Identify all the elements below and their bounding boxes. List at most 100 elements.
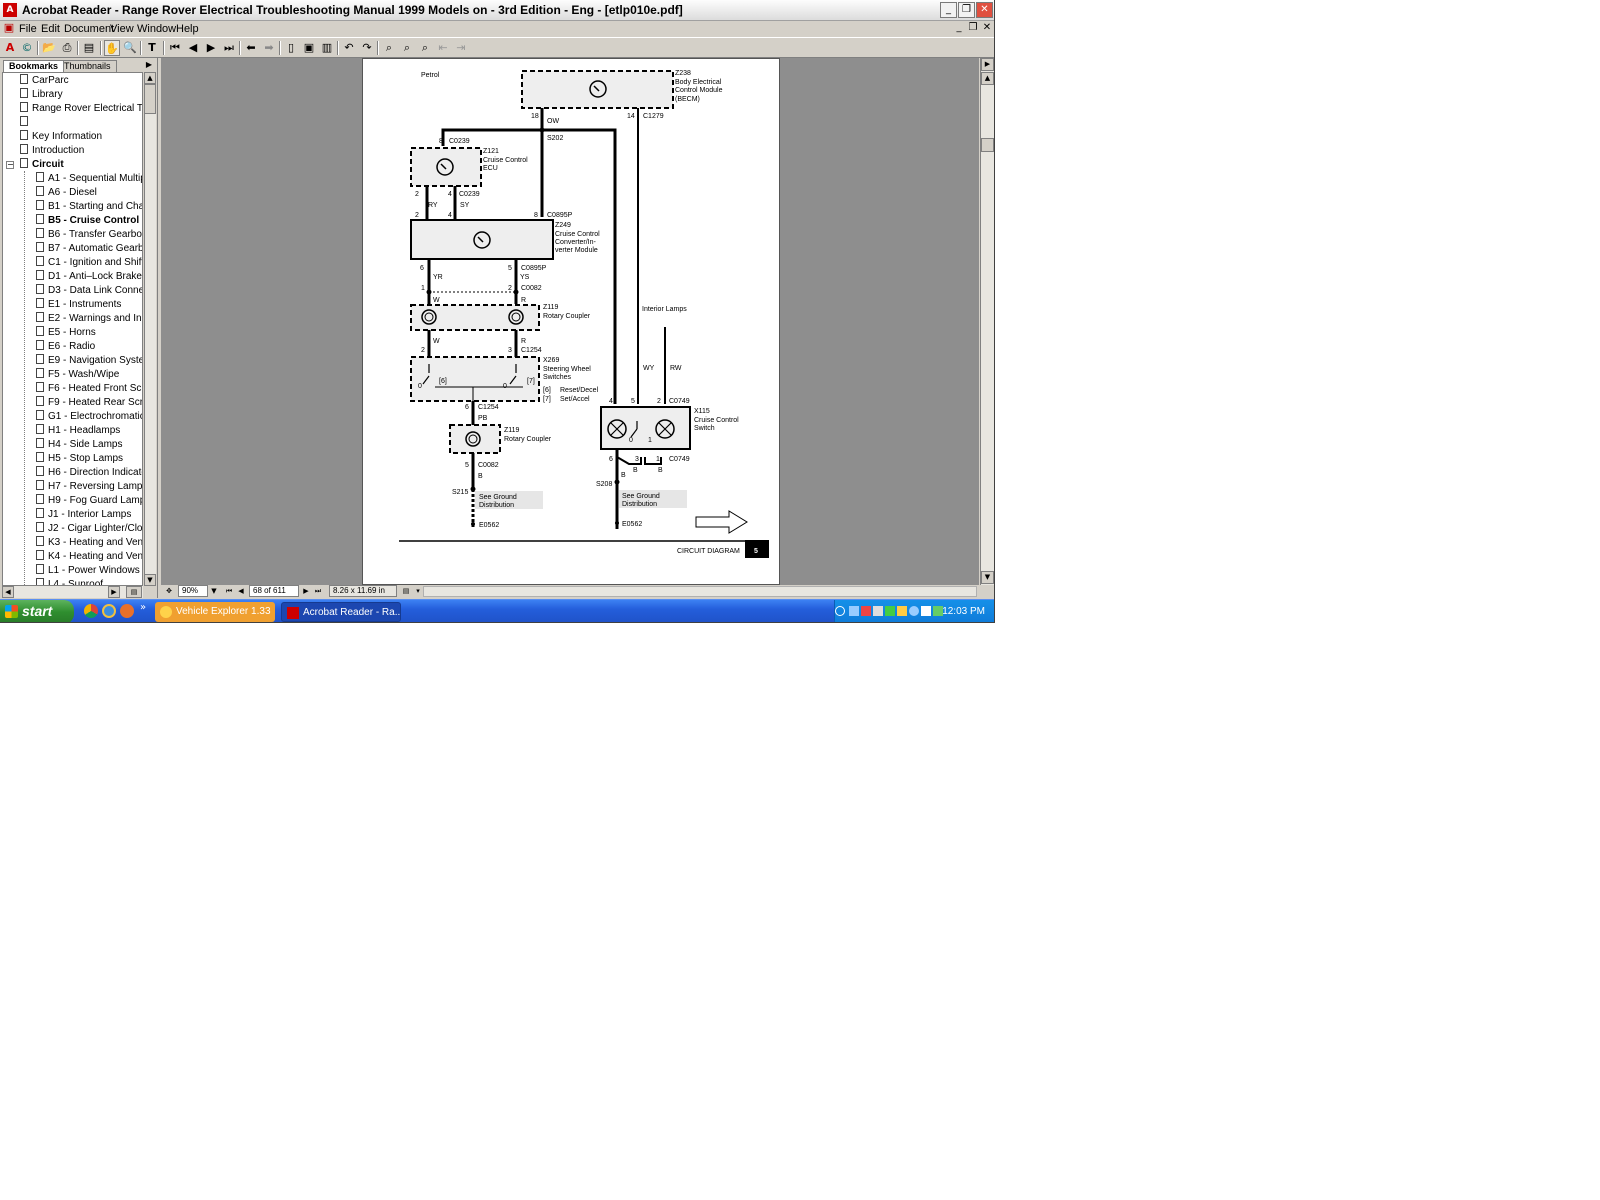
menu-window[interactable]: Window	[137, 23, 176, 35]
go-back-icon[interactable]: ⬅	[243, 40, 259, 56]
status-next-page-icon[interactable]: ▶	[301, 585, 311, 597]
next-page-icon[interactable]: ▶	[203, 40, 219, 56]
bookmark-item[interactable]: L4 - Sunroof	[36, 578, 103, 585]
search-tray-icon[interactable]	[873, 606, 883, 616]
bookmark-item[interactable]: E1 - Instruments	[36, 298, 121, 312]
actual-size-icon[interactable]: ▯	[283, 40, 299, 56]
fit-page-icon[interactable]: ▣	[301, 40, 317, 56]
pane-menu-arrow-icon[interactable]: ▶	[143, 59, 155, 71]
pan-zoom-icon[interactable]: ✥	[164, 585, 174, 597]
scroll-thumb[interactable]	[144, 84, 156, 114]
adobe-logo-icon[interactable]: A	[2, 40, 18, 56]
bookmark-item[interactable]: D3 - Data Link Connec	[36, 284, 142, 298]
bookmark-item[interactable]: G1 - Electrochromatic	[36, 410, 142, 424]
bookmark-item[interactable]: E6 - Radio	[36, 340, 95, 354]
open-icon[interactable]: 📂	[41, 40, 57, 56]
network-icon[interactable]	[849, 606, 859, 616]
bookmark-item[interactable]: E5 - Horns	[36, 326, 96, 340]
menu-view[interactable]: View	[110, 23, 134, 35]
bookmark-options-icon[interactable]: ▤	[126, 586, 142, 598]
bookmark-item[interactable]: F6 - Heated Front Scre	[36, 382, 142, 396]
bookmark-item[interactable]: B7 - Automatic Gearbo	[36, 242, 142, 256]
document-icon[interactable]: ▣	[2, 21, 16, 35]
print-icon[interactable]: ⎙	[59, 40, 75, 56]
bookmark-item[interactable]	[20, 116, 32, 130]
status-previous-page-icon[interactable]: ◀	[236, 585, 246, 597]
bookmark-horizontal-scrollbar[interactable]: ◀ ▶ ▤	[2, 586, 143, 598]
next-highlight-icon[interactable]: ⇥	[453, 40, 469, 56]
collapse-toggle-icon[interactable]: −	[6, 161, 14, 169]
get-reader-icon[interactable]: ©	[19, 40, 35, 56]
document-vertical-scrollbar[interactable]: ▶ ▲ ▼	[980, 58, 994, 585]
page-layout-icon[interactable]: ▤	[401, 585, 411, 597]
rotate-right-icon[interactable]: ↷	[359, 40, 375, 56]
bookmark-item[interactable]: Key Information	[20, 130, 102, 144]
close-button[interactable]: ✕	[976, 2, 993, 18]
document-view[interactable]: Petrol Z238 Body Electrical Control Modu…	[161, 58, 979, 585]
task-acrobat-reader[interactable]: Acrobat Reader - Ra...	[281, 602, 401, 622]
tray-app-icon-1[interactable]	[885, 606, 895, 616]
bookmark-item[interactable]: J2 - Cigar Lighter/Cloc	[36, 522, 142, 536]
bookmark-item[interactable]: B6 - Transfer Gearbox	[36, 228, 142, 242]
ie-quicklaunch-icon[interactable]	[102, 604, 116, 618]
bookmark-item[interactable]: F5 - Wash/Wipe	[36, 368, 119, 382]
bookmark-item[interactable]: K3 - Heating and Venti	[36, 536, 142, 550]
doc-minimize-button[interactable]: _	[953, 22, 965, 34]
doc-restore-button[interactable]: ❐	[967, 22, 979, 34]
bookmark-item[interactable]: E2 - Warnings and Ind	[36, 312, 142, 326]
previous-page-icon[interactable]: ◀	[185, 40, 201, 56]
doc-scroll-up-icon[interactable]: ▲	[981, 72, 994, 85]
scroll-left-icon[interactable]: ◀	[2, 586, 14, 598]
last-page-icon[interactable]: ⏭	[221, 40, 237, 56]
menu-document[interactable]: Document	[64, 23, 114, 35]
bookmark-item[interactable]: H5 - Stop Lamps	[36, 452, 123, 466]
doc-scroll-down-icon[interactable]: ▼	[981, 571, 994, 584]
status-last-page-icon[interactable]: ⏭	[313, 585, 323, 597]
bookmark-item[interactable]: Circuit	[20, 158, 64, 172]
doc-close-button[interactable]: ✕	[981, 22, 993, 34]
doc-pane-arrow-icon[interactable]: ▶	[981, 58, 994, 71]
text-select-tool-icon[interactable]: T	[144, 40, 160, 56]
task-vehicle-explorer[interactable]: Vehicle Explorer 1.33	[155, 602, 275, 622]
bookmark-item[interactable]: K4 - Heating and Venti	[36, 550, 142, 564]
zoom-dropdown-icon[interactable]: ▼	[209, 585, 219, 597]
bookmark-item[interactable]: Introduction	[20, 144, 84, 158]
bookmark-item[interactable]: A1 - Sequential Multipo	[36, 172, 142, 186]
tab-thumbnails[interactable]: Thumbnails	[58, 60, 117, 72]
tray-expand-icon[interactable]	[835, 606, 845, 616]
search-results-icon[interactable]: ⌕	[417, 40, 433, 56]
start-button[interactable]: start	[0, 600, 74, 622]
volume-icon[interactable]	[921, 606, 931, 616]
minimize-button[interactable]: _	[940, 2, 957, 18]
fit-width-icon[interactable]: ▥	[319, 40, 335, 56]
bookmark-item[interactable]: L1 - Power Windows	[36, 564, 140, 578]
bookmark-item[interactable]: H6 - Direction Indicato	[36, 466, 142, 480]
zoom-field[interactable]: 90%	[178, 585, 208, 597]
bookmark-item[interactable]: B1 - Starting and Char	[36, 200, 142, 214]
bookmark-item[interactable]: C1 - Ignition and Shift I	[36, 256, 142, 270]
hand-tool-icon[interactable]: ✋	[104, 40, 120, 56]
tray-app-icon-3[interactable]	[909, 606, 919, 616]
bookmark-item[interactable]: A6 - Diesel	[36, 186, 97, 200]
bookmark-item[interactable]: F9 - Heated Rear Scre	[36, 396, 142, 410]
status-first-page-icon[interactable]: ⏮	[224, 585, 234, 597]
previous-highlight-icon[interactable]: ⇤	[435, 40, 451, 56]
bookmark-item[interactable]: H9 - Fog Guard Lamps	[36, 494, 142, 508]
bookmark-item[interactable]: J1 - Interior Lamps	[36, 508, 131, 522]
menu-file[interactable]: File	[19, 23, 37, 35]
tab-bookmarks[interactable]: Bookmarks	[3, 60, 65, 72]
document-horizontal-scrollbar[interactable]	[423, 586, 977, 597]
scroll-down-icon[interactable]: ▼	[144, 574, 156, 586]
bookmark-item[interactable]: H4 - Side Lamps	[36, 438, 122, 452]
menu-help[interactable]: Help	[176, 23, 199, 35]
doc-scroll-thumb[interactable]	[981, 138, 994, 152]
scroll-up-icon[interactable]: ▲	[144, 72, 156, 84]
bookmark-item[interactable]: B5 - Cruise Control	[36, 214, 139, 228]
search-icon[interactable]: ⌕	[399, 40, 415, 56]
page-number-field[interactable]: 68 of 611	[249, 585, 299, 597]
zoom-in-tool-icon[interactable]: 🔍	[122, 40, 138, 56]
first-page-icon[interactable]: ⏮	[167, 40, 183, 56]
chrome-quicklaunch-icon[interactable]	[84, 604, 98, 618]
bookmark-item[interactable]: H1 - Headlamps	[36, 424, 120, 438]
page-layout-dropdown-icon[interactable]: ▾	[413, 585, 423, 597]
